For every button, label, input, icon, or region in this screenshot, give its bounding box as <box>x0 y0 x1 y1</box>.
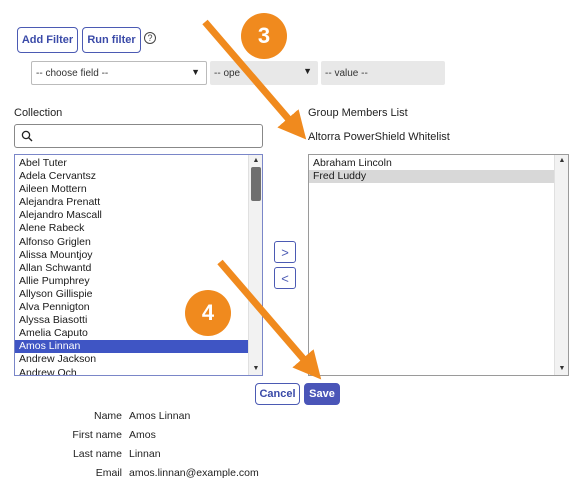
arrow-step-4 <box>217 259 322 380</box>
annotation-arrows <box>202 19 322 380</box>
step-3-badge: 3 <box>241 13 287 59</box>
step-4-badge: 4 <box>185 290 231 336</box>
